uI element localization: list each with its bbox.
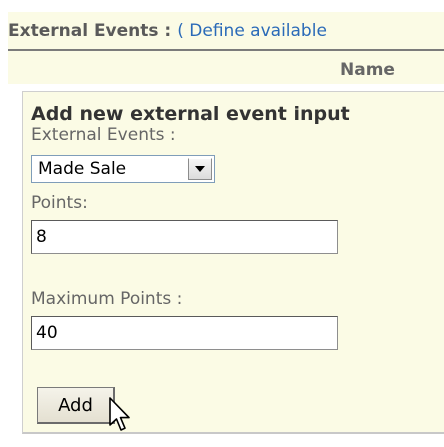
external-events-selected-value: Made Sale	[38, 159, 127, 179]
open-paren: (	[177, 21, 184, 41]
points-label: Points:	[31, 193, 88, 213]
external-events-label: External Events :	[31, 125, 176, 145]
column-header-name: Name	[340, 60, 395, 80]
maximum-points-input[interactable]	[31, 316, 338, 350]
points-input[interactable]	[31, 220, 338, 254]
define-available-link[interactable]: Define available	[189, 21, 327, 41]
maximum-points-label: Maximum Points :	[31, 289, 183, 309]
section-title: External Events :	[8, 21, 172, 41]
external-events-select[interactable]: Made Sale	[31, 155, 215, 183]
add-button[interactable]: Add	[37, 387, 115, 424]
external-events-header: External Events :( Define available Name	[8, 12, 444, 84]
chevron-down-glyph	[195, 166, 205, 172]
chevron-down-icon[interactable]	[188, 158, 212, 180]
panel-title: Add new external event input	[31, 103, 350, 125]
header-title-row: External Events :( Define available	[8, 18, 444, 44]
header-divider	[8, 49, 444, 51]
add-external-event-panel: Add new external event input External Ev…	[22, 91, 444, 434]
page: External Events :( Define available Name…	[0, 0, 444, 447]
